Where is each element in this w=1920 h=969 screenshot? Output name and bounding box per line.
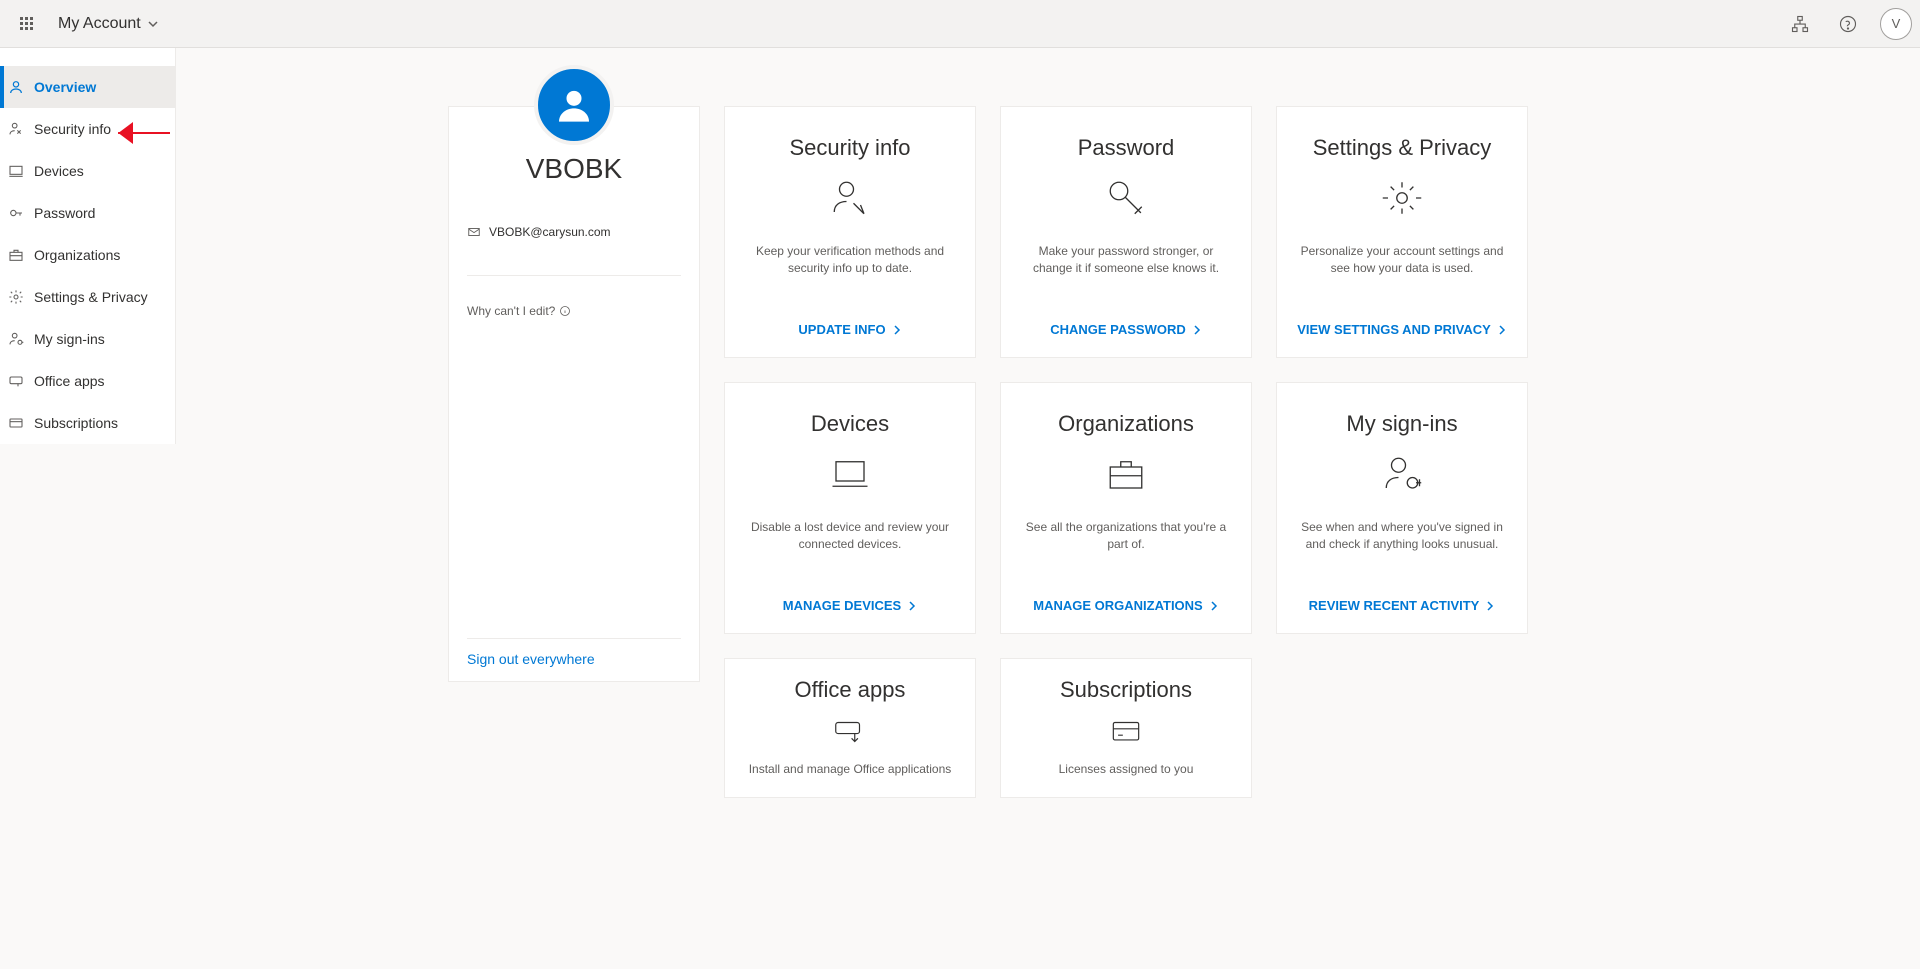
security-icon (829, 171, 871, 225)
sidebar: Overview Security info Devices Password … (0, 48, 176, 444)
info-icon (559, 305, 571, 317)
help-button[interactable] (1832, 8, 1864, 40)
profile-email: VBOBK@carysun.com (467, 225, 681, 239)
office-apps-icon (831, 713, 869, 751)
tile-title: Security info (789, 135, 910, 161)
briefcase-icon (8, 247, 24, 263)
main-content: VBOBK VBOBK@carysun.com Why can't I edit… (176, 48, 1920, 969)
chevron-down-icon (147, 18, 159, 30)
mail-icon (467, 225, 481, 239)
tile-desc: See all the organizations that you're a … (1019, 519, 1233, 553)
profile-edit-hint[interactable]: Why can't I edit? (467, 304, 571, 318)
profile-card: VBOBK VBOBK@carysun.com Why can't I edit… (448, 106, 700, 682)
security-icon (8, 121, 24, 137)
tile-desc: Keep your verification methods and secur… (743, 243, 957, 277)
tile-password: Password Make your password stronger, or… (1000, 106, 1252, 358)
chevron-right-icon (907, 601, 917, 611)
my-account-dropdown[interactable]: My Account (58, 15, 159, 33)
nav-settings-privacy[interactable]: Settings & Privacy (0, 276, 175, 318)
tile-title: Organizations (1058, 411, 1194, 437)
nav-label: My sign-ins (34, 331, 105, 347)
tile-organizations: Organizations See all the organizations … (1000, 382, 1252, 634)
nav-office-apps[interactable]: Office apps (0, 360, 175, 402)
nav-label: Settings & Privacy (34, 289, 148, 305)
update-info-link[interactable]: UPDATE INFO (798, 322, 901, 337)
nav-label: Organizations (34, 247, 120, 263)
nav-label: Subscriptions (34, 415, 118, 431)
profile-avatar (534, 65, 614, 145)
review-activity-link[interactable]: REVIEW RECENT ACTIVITY (1309, 598, 1496, 613)
change-password-link[interactable]: CHANGE PASSWORD (1050, 322, 1202, 337)
tile-title: Subscriptions (1060, 677, 1192, 703)
topbar: My Account V (0, 0, 1920, 48)
chevron-right-icon (1209, 601, 1219, 611)
tile-desc: Make your password stronger, or change i… (1019, 243, 1233, 277)
tile-desc: See when and where you've signed in and … (1295, 519, 1509, 553)
nav-label: Overview (34, 79, 96, 95)
signins-icon (1381, 447, 1423, 501)
tile-settings-privacy: Settings & Privacy Personalize your acco… (1276, 106, 1528, 358)
key-icon (8, 205, 24, 221)
tile-devices: Devices Disable a lost device and review… (724, 382, 976, 634)
chevron-right-icon (1497, 325, 1507, 335)
devices-icon (8, 163, 24, 179)
tile-office-apps: Office apps Install and manage Office ap… (724, 658, 976, 798)
nav-devices[interactable]: Devices (0, 150, 175, 192)
tile-title: Settings & Privacy (1313, 135, 1492, 161)
chevron-right-icon (892, 325, 902, 335)
tile-title: Devices (811, 411, 889, 437)
tile-desc: Personalize your account settings and se… (1295, 243, 1509, 277)
manage-organizations-link[interactable]: MANAGE ORGANIZATIONS (1033, 598, 1218, 613)
briefcase-icon (1105, 447, 1147, 501)
nav-organizations[interactable]: Organizations (0, 234, 175, 276)
tile-title: Password (1078, 135, 1175, 161)
chevron-right-icon (1192, 325, 1202, 335)
view-settings-privacy-link[interactable]: VIEW SETTINGS AND PRIVACY (1297, 322, 1507, 337)
avatar-initial: V (1892, 16, 1901, 31)
nav-subscriptions[interactable]: Subscriptions (0, 402, 175, 444)
tile-security-info: Security info Keep your verification met… (724, 106, 976, 358)
laptop-icon (829, 447, 871, 501)
tile-desc: Install and manage Office applications (749, 761, 952, 778)
subscriptions-icon (1107, 713, 1145, 751)
tile-desc: Disable a lost device and review your co… (743, 519, 957, 553)
nav-label: Office apps (34, 373, 105, 389)
gear-icon (1381, 171, 1423, 225)
sign-out-everywhere-link[interactable]: Sign out everywhere (467, 651, 595, 667)
app-launcher-button[interactable] (8, 6, 44, 42)
key-icon (1105, 171, 1147, 225)
signins-icon (8, 331, 24, 347)
nav-my-signins[interactable]: My sign-ins (0, 318, 175, 360)
nav-label: Password (34, 205, 95, 221)
nav-password[interactable]: Password (0, 192, 175, 234)
gear-icon (8, 289, 24, 305)
tile-subscriptions: Subscriptions Licenses assigned to you (1000, 658, 1252, 798)
nav-label: Devices (34, 163, 84, 179)
office-icon (8, 373, 24, 389)
tile-my-signins: My sign-ins See when and where you've si… (1276, 382, 1528, 634)
page-title: My Account (58, 15, 141, 33)
nav-overview[interactable]: Overview (0, 66, 175, 108)
tile-desc: Licenses assigned to you (1059, 761, 1194, 778)
tile-title: My sign-ins (1346, 411, 1457, 437)
person-icon (8, 79, 24, 95)
user-avatar[interactable]: V (1880, 8, 1912, 40)
nav-label: Security info (34, 121, 111, 137)
manage-devices-link[interactable]: MANAGE DEVICES (783, 598, 917, 613)
nav-security-info[interactable]: Security info (0, 108, 175, 150)
card-icon (8, 415, 24, 431)
chevron-right-icon (1485, 601, 1495, 611)
profile-name: VBOBK (526, 153, 622, 185)
org-tree-button[interactable] (1784, 8, 1816, 40)
tile-title: Office apps (795, 677, 906, 703)
